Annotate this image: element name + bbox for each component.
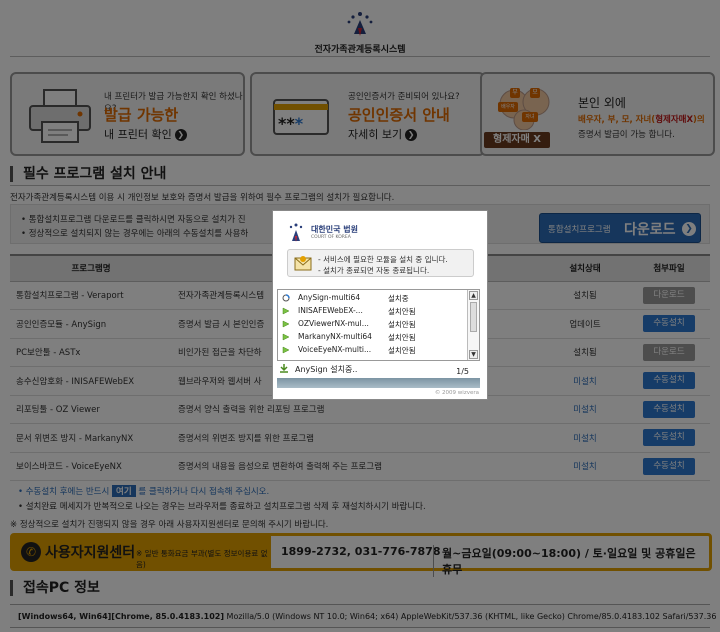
vendor-copyright: © 2009 wizvera xyxy=(434,390,479,396)
module-name: OZViewerNX-mul... xyxy=(298,319,369,328)
download-icon xyxy=(280,364,288,373)
court-name-en: COURT OF KOREA xyxy=(311,235,351,240)
install-message-1: - 서비스에 필요한 모듈을 설치 중 입니다. xyxy=(318,255,448,264)
play-icon xyxy=(282,346,290,354)
play-icon xyxy=(282,320,290,328)
module-status: 설치안됨 xyxy=(388,320,416,329)
scroll-down-icon[interactable]: ▼ xyxy=(469,350,478,359)
court-name: 대한민국 법원 xyxy=(311,225,358,234)
court-emblem-icon xyxy=(289,223,303,242)
module-name: INISAFEWebEX-... xyxy=(298,306,363,315)
envelope-icon xyxy=(294,256,312,271)
scroll-up-icon[interactable]: ▲ xyxy=(469,291,478,300)
module-list-scrollbar[interactable]: ▲ ▼ xyxy=(467,290,479,360)
module-status: 설치안됨 xyxy=(388,346,416,355)
play-icon xyxy=(282,307,290,315)
install-message-2: - 설치가 종료되면 자동 종료됩니다. xyxy=(318,266,430,275)
loading-icon xyxy=(282,294,290,302)
install-progress-bar xyxy=(277,378,480,388)
play-icon xyxy=(282,333,290,341)
install-message-box: - 서비스에 필요한 모듈을 설치 중 입니다. - 설치가 종료되면 자동 종… xyxy=(287,249,474,277)
install-progress-count: 1/5 xyxy=(456,367,469,376)
module-status: 설치안됨 xyxy=(388,307,416,316)
module-status: 설치안됨 xyxy=(388,333,416,342)
module-name: MarkanyNX-multi64 xyxy=(298,332,372,341)
scroll-thumb[interactable] xyxy=(470,302,477,332)
module-list: AnySign-multi64 설치중 INISAFEWebEX-... 설치안… xyxy=(277,289,480,361)
module-install-dialog: 대한민국 법원 COURT OF KOREA - 서비스에 필요한 모듈을 설치… xyxy=(272,210,488,400)
current-install-text: AnySign 설치중.. xyxy=(295,365,358,374)
page: 전자가족관계등록시스템 내 프린터가 발급 가능한지 확인 하셨나요? 발급 가… xyxy=(0,0,720,632)
module-name: VoiceEyeNX-multi... xyxy=(298,345,372,354)
module-status: 설치중 xyxy=(388,294,409,303)
module-name: AnySign-multi64 xyxy=(298,293,361,302)
